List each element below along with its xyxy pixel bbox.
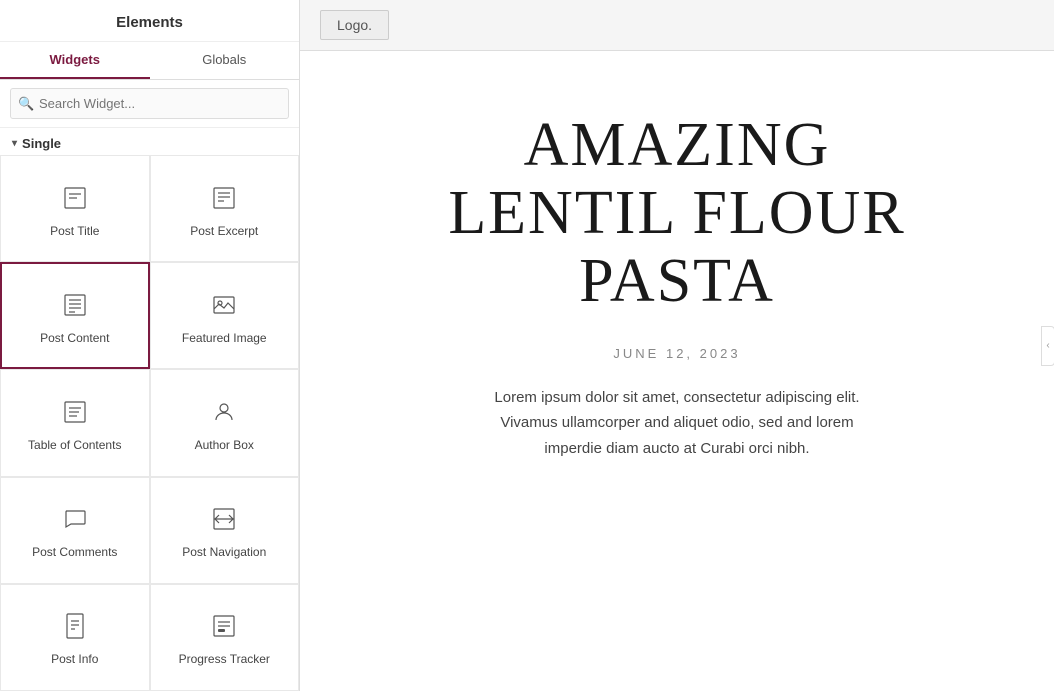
logo-box: Logo. bbox=[320, 10, 389, 40]
section-arrow: ▾ bbox=[12, 138, 17, 149]
right-panel: Logo. AMAZING LENTIL FLOUR PASTA JUNE 12… bbox=[300, 0, 1054, 691]
preview-header: Logo. bbox=[300, 0, 1054, 51]
search-input[interactable] bbox=[10, 88, 289, 119]
search-icon: 🔍 bbox=[18, 96, 34, 112]
widget-post-info[interactable]: Post Info bbox=[0, 584, 150, 691]
widget-author-box-label: Author Box bbox=[195, 438, 254, 452]
tab-widgets[interactable]: Widgets bbox=[0, 42, 150, 79]
post-comments-icon bbox=[57, 501, 93, 537]
post-info-icon bbox=[57, 608, 93, 644]
section-label: ▾ Single bbox=[0, 128, 299, 155]
post-navigation-icon bbox=[206, 501, 242, 537]
widget-post-navigation[interactable]: Post Navigation bbox=[150, 477, 300, 584]
preview-content: AMAZING LENTIL FLOUR PASTA JUNE 12, 2023… bbox=[300, 51, 1054, 501]
post-title-icon bbox=[57, 180, 93, 216]
widget-post-excerpt-label: Post Excerpt bbox=[190, 224, 258, 238]
search-bar: 🔍 bbox=[0, 80, 299, 128]
widget-progress-tracker[interactable]: Progress Tracker bbox=[150, 584, 300, 691]
widget-post-info-label: Post Info bbox=[51, 652, 98, 666]
widget-post-title[interactable]: Post Title bbox=[0, 155, 150, 262]
widget-post-content-label: Post Content bbox=[40, 331, 109, 345]
section-title: Single bbox=[22, 136, 61, 151]
widget-table-of-contents-label: Table of Contents bbox=[28, 438, 121, 452]
widget-post-comments[interactable]: Post Comments bbox=[0, 477, 150, 584]
post-title-main: AMAZING LENTIL FLOUR PASTA bbox=[420, 111, 934, 316]
widget-featured-image-label: Featured Image bbox=[182, 331, 267, 345]
widget-post-navigation-label: Post Navigation bbox=[182, 545, 266, 559]
widget-progress-tracker-label: Progress Tracker bbox=[179, 652, 270, 666]
table-of-contents-icon bbox=[57, 394, 93, 430]
widgets-grid: Post Title Post Excerpt Post Content Fea… bbox=[0, 155, 299, 691]
widget-post-title-label: Post Title bbox=[50, 224, 99, 238]
featured-image-icon bbox=[206, 287, 242, 323]
widget-post-content[interactable]: Post Content bbox=[0, 262, 150, 369]
widget-post-comments-label: Post Comments bbox=[32, 545, 117, 559]
widget-featured-image[interactable]: Featured Image bbox=[150, 262, 300, 369]
post-date: JUNE 12, 2023 bbox=[420, 346, 934, 361]
tabs-row: Widgets Globals bbox=[0, 42, 299, 80]
preview-area: Logo. AMAZING LENTIL FLOUR PASTA JUNE 12… bbox=[300, 0, 1054, 691]
progress-tracker-icon bbox=[206, 608, 242, 644]
widget-post-excerpt[interactable]: Post Excerpt bbox=[150, 155, 300, 262]
panel-header: Elements bbox=[0, 0, 299, 42]
tab-globals[interactable]: Globals bbox=[150, 42, 300, 79]
widget-table-of-contents[interactable]: Table of Contents bbox=[0, 369, 150, 476]
post-excerpt-text: Lorem ipsum dolor sit amet, consectetur … bbox=[487, 385, 867, 462]
author-box-icon bbox=[206, 394, 242, 430]
post-excerpt-icon bbox=[206, 180, 242, 216]
post-content-icon bbox=[57, 287, 93, 323]
widget-author-box[interactable]: Author Box bbox=[150, 369, 300, 476]
left-panel: Elements Widgets Globals 🔍 ▾ Single Post… bbox=[0, 0, 300, 691]
